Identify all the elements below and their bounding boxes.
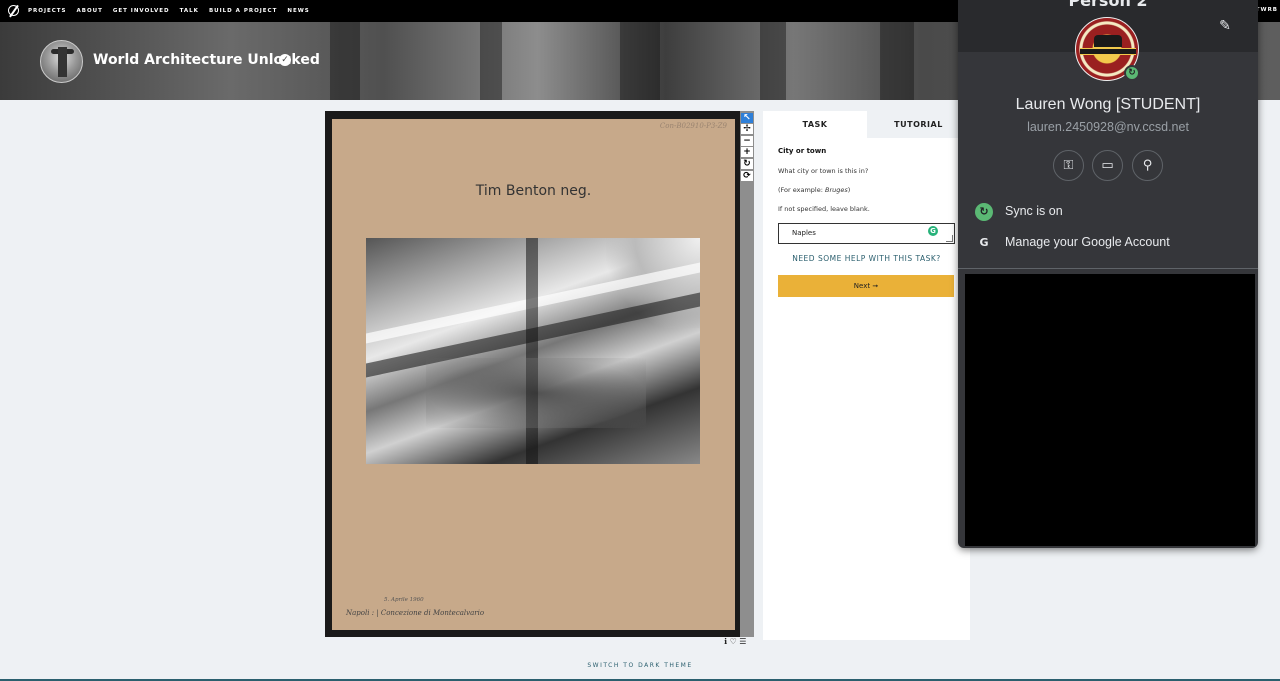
nav-get-involved[interactable]: GET INVOLVED: [113, 8, 170, 14]
profile-name-header: Person 2: [1068, 0, 1148, 10]
account-name: Lauren Wong [STUDENT]: [1015, 96, 1201, 113]
question-line-2: (For example: Bruges): [778, 186, 851, 194]
google-profile-popup: Person 2 ✎ ↻ Lauren Wong [STUDENT] laure…: [958, 0, 1258, 548]
resize-handle[interactable]: [946, 235, 953, 242]
google-g-icon: G: [979, 236, 989, 249]
reset-icon[interactable]: ⟳: [741, 171, 753, 181]
edit-pencil-icon[interactable]: ✎: [1217, 18, 1233, 34]
project-avatar[interactable]: [40, 40, 83, 83]
tab-tutorial[interactable]: TUTORIAL: [867, 111, 970, 138]
key-icon[interactable]: ⚿: [1053, 150, 1084, 181]
tab-task[interactable]: TASK: [763, 111, 867, 138]
nav-about[interactable]: ABOUT: [77, 8, 103, 14]
manage-account-label: Manage your Google Account: [1005, 235, 1170, 249]
help-link[interactable]: NEED SOME HELP WITH THIS TASK?: [778, 254, 955, 263]
location-pin-icon[interactable]: ⚲: [1132, 150, 1163, 181]
zooniverse-logo-icon[interactable]: [8, 4, 20, 18]
nav-projects[interactable]: PROJECTS: [28, 8, 67, 14]
pointer-icon[interactable]: ↖: [741, 113, 753, 123]
sync-icon: ↻: [975, 203, 993, 221]
architecture-photo: [366, 238, 700, 464]
grammarly-icon[interactable]: G: [928, 226, 938, 236]
rotate-icon[interactable]: ↻: [741, 159, 753, 169]
popup-content-area: [965, 274, 1255, 546]
subject-actions[interactable]: ℹ ♡ ☰: [724, 637, 746, 646]
question-line-1: What city or town is this in?: [778, 167, 869, 175]
subject-caption: Tim Benton neg.: [475, 183, 592, 199]
nav-right-text[interactable]: TWRB: [1256, 7, 1278, 13]
viewer-toolbar: ↖ ✢ − + ↻ ⟳: [740, 111, 754, 637]
nav-talk[interactable]: TALK: [180, 8, 199, 14]
question-line-3: If not specified, leave blank.: [778, 205, 870, 213]
sync-row[interactable]: ↻ Sync is on: [958, 200, 1258, 224]
subject-image[interactable]: Con-B02910-P3-Z9 Tim Benton neg. 5. Apri…: [332, 119, 735, 630]
popup-divider: [958, 268, 1258, 269]
nav-news[interactable]: NEWS: [287, 8, 309, 14]
answer-value: Naples: [792, 229, 816, 237]
zoom-in-icon[interactable]: +: [741, 147, 753, 157]
check-circle-icon: ✓: [279, 54, 291, 66]
answer-text-input[interactable]: Naples G: [778, 223, 955, 244]
subject-viewer[interactable]: Con-B02910-P3-Z9 Tim Benton neg. 5. Apri…: [325, 111, 754, 637]
handwritten-date: 5. Aprile 1960: [384, 597, 424, 603]
sync-badge-icon: ↻: [1124, 65, 1140, 81]
account-email: lauren.2450928@nv.ccsd.net: [1027, 120, 1189, 134]
catalog-number: Con-B02910-P3-Z9: [659, 122, 727, 130]
question-title: City or town: [778, 147, 827, 155]
task-panel: TASK TUTORIAL City or town What city or …: [763, 111, 970, 640]
handwritten-location: Napoli : | Concezione di Montecalvario: [346, 609, 485, 617]
task-tabs: TASK TUTORIAL: [763, 111, 970, 138]
zoom-out-icon[interactable]: −: [741, 136, 753, 146]
nav-build-a-project[interactable]: BUILD A PROJECT: [209, 8, 277, 14]
switch-theme-link[interactable]: SWITCH TO DARK THEME: [0, 662, 1280, 669]
pan-icon[interactable]: ✢: [741, 124, 753, 134]
sync-label: Sync is on: [1005, 204, 1063, 218]
next-button[interactable]: Next ➞: [778, 275, 954, 297]
credit-card-icon[interactable]: ▭: [1092, 150, 1123, 181]
manage-account-row[interactable]: G Manage your Google Account: [958, 231, 1258, 255]
